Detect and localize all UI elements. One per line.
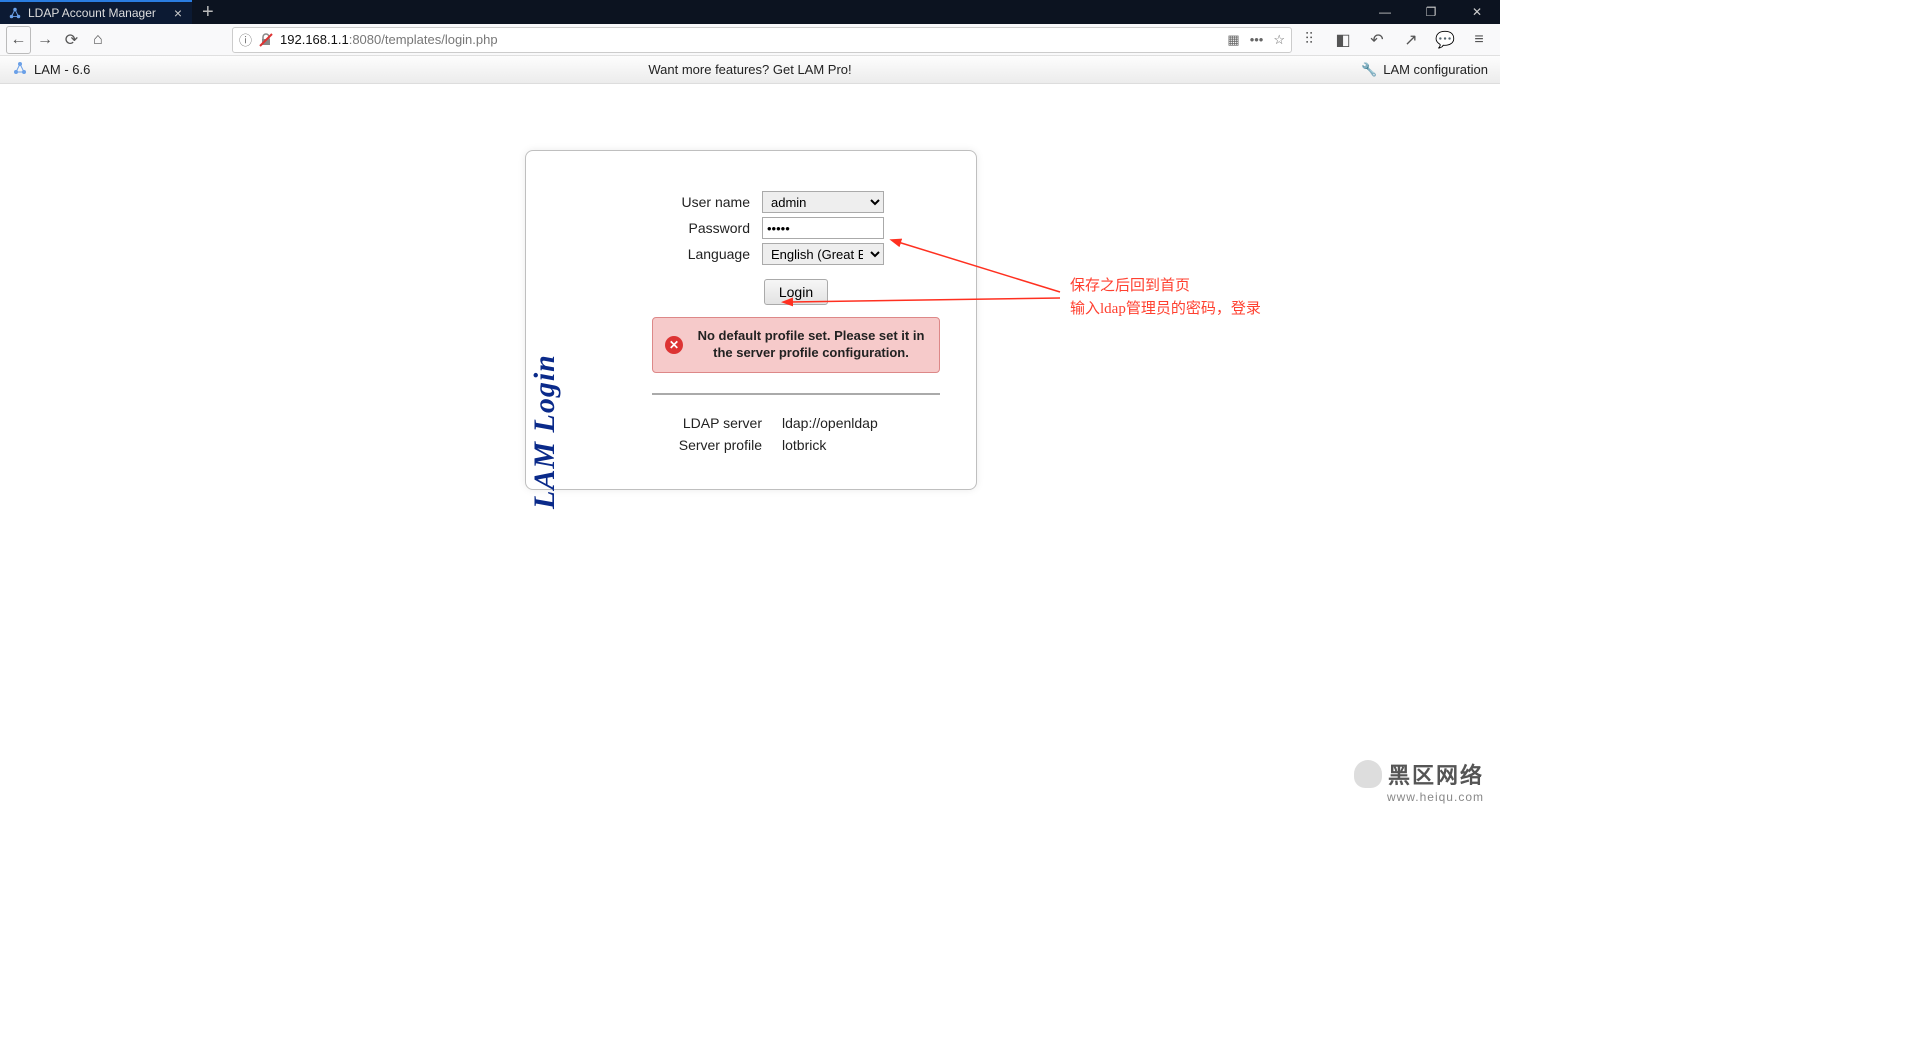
watermark-url: www.heiqu.com <box>1354 790 1484 804</box>
watermark-logo-icon <box>1354 760 1382 788</box>
login-button[interactable]: Login <box>764 279 828 305</box>
error-message: ✕ No default profile set. Please set it … <box>652 317 940 373</box>
chat-icon[interactable]: 💬 <box>1430 26 1460 54</box>
home-button[interactable]: ⌂ <box>86 26 110 54</box>
password-input[interactable] <box>762 217 884 239</box>
window-maximize-button[interactable]: ❐ <box>1408 0 1454 24</box>
menu-icon[interactable]: ≡ <box>1464 26 1494 54</box>
library-icon[interactable]: ⫶⫶ <box>1294 26 1324 54</box>
site-info-icon[interactable]: ⓘ <box>239 30 252 49</box>
share-icon[interactable]: ↗ <box>1396 26 1426 54</box>
language-select[interactable]: English (Great Britain) <box>762 243 884 265</box>
tab-title: LDAP Account Manager <box>28 6 156 20</box>
undo-icon[interactable]: ↶ <box>1362 26 1392 54</box>
url-text: 192.168.1.1:8080/templates/login.php <box>280 32 1221 47</box>
password-label: Password <box>652 220 762 236</box>
side-logo: LAM Login <box>562 191 622 459</box>
watermark: 黑区网络 www.heiqu.com <box>1354 758 1484 804</box>
url-bar[interactable]: ⓘ 192.168.1.1:8080/templates/login.php ▦… <box>232 27 1292 53</box>
ldap-server-label: LDAP server <box>652 415 782 431</box>
username-label: User name <box>652 194 762 210</box>
tab-close-icon[interactable]: × <box>174 5 182 21</box>
page-actions-icon[interactable]: ••• <box>1250 32 1264 47</box>
browser-titlebar: LDAP Account Manager × + — ❐ ✕ <box>0 0 1500 24</box>
tab-favicon-icon <box>8 6 22 20</box>
ldap-server-value: ldap://openldap <box>782 415 878 431</box>
lam-logo-icon <box>12 60 28 79</box>
window-close-button[interactable]: ✕ <box>1454 0 1500 24</box>
username-select[interactable]: admin <box>762 191 884 213</box>
sidebar-icon[interactable]: ◧ <box>1328 26 1358 54</box>
window-minimize-button[interactable]: — <box>1362 0 1408 24</box>
language-label: Language <box>652 246 762 262</box>
watermark-title: 黑区网络 <box>1388 758 1484 790</box>
forward-button[interactable]: → <box>33 26 57 54</box>
server-profile-label: Server profile <box>652 437 782 453</box>
bookmark-star-icon[interactable]: ☆ <box>1273 32 1285 48</box>
back-button[interactable]: ← <box>6 26 31 54</box>
lam-configuration-label: LAM configuration <box>1383 62 1488 77</box>
wrench-icon: 🔧 <box>1361 62 1377 78</box>
server-profile-value: lotbrick <box>782 437 826 453</box>
lam-configuration-link[interactable]: 🔧 LAM configuration <box>1361 62 1488 78</box>
browser-toolbar: ← → ⟳ ⌂ ⓘ 192.168.1.1:8080/templates/log… <box>0 24 1500 56</box>
login-card: LAM Login User name admin Password Langu… <box>525 150 977 490</box>
annotation-text: 保存之后回到首页 输入ldap管理员的密码，登录 <box>1070 275 1261 320</box>
new-tab-button[interactable]: + <box>192 1 224 24</box>
browser-tab[interactable]: LDAP Account Manager × <box>0 0 192 24</box>
divider <box>652 393 940 395</box>
error-text: No default profile set. Please set it in… <box>695 328 927 362</box>
app-header: LAM - 6.6 Want more features? Get LAM Pr… <box>0 56 1500 84</box>
reload-button[interactable]: ⟳ <box>59 26 83 54</box>
qr-icon[interactable]: ▦ <box>1227 32 1239 48</box>
error-icon: ✕ <box>665 336 683 354</box>
insecure-icon <box>258 32 274 48</box>
app-brand: LAM - 6.6 <box>34 62 90 77</box>
pro-link[interactable]: Want more features? Get LAM Pro! <box>648 62 851 77</box>
